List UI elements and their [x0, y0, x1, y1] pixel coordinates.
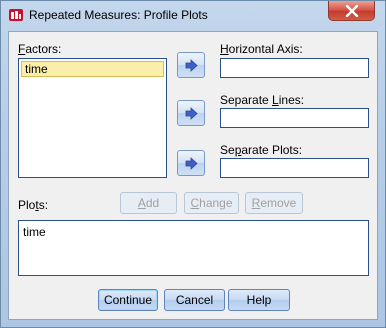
cancel-button[interactable]: Cancel: [164, 289, 225, 311]
continue-button[interactable]: Continue: [98, 289, 158, 311]
horizontal-axis-field[interactable]: [220, 58, 369, 78]
arrow-right-icon: [185, 107, 198, 120]
close-icon: [345, 5, 359, 17]
title-bar[interactable]: Repeated Measures: Profile Plots: [1, 1, 385, 29]
separate-lines-label: Separate Lines:: [220, 93, 305, 107]
move-to-horizontal-axis-button[interactable]: [177, 52, 205, 78]
separate-plots-label: Separate Plots:: [220, 143, 303, 157]
factors-label: Factors:: [18, 42, 62, 56]
close-button[interactable]: [328, 1, 375, 21]
move-to-separate-plots-button[interactable]: [177, 150, 205, 176]
change-button[interactable]: Change: [184, 192, 239, 214]
separate-plots-field[interactable]: [220, 158, 369, 178]
factors-list[interactable]: time: [18, 58, 167, 178]
plots-list-item[interactable]: time: [23, 225, 46, 239]
separate-lines-field[interactable]: [220, 108, 369, 128]
dialog-body: Factors: time Horizontal Axis: Separate …: [8, 31, 378, 320]
help-button[interactable]: Help: [228, 289, 290, 311]
remove-button[interactable]: Remove: [245, 192, 303, 214]
plots-label: Plots:: [18, 198, 49, 212]
arrow-right-icon: [185, 157, 198, 170]
window-title: Repeated Measures: Profile Plots: [29, 8, 208, 22]
horizontal-axis-label: Horizontal Axis:: [220, 42, 303, 56]
factors-list-item[interactable]: time: [21, 61, 164, 77]
move-to-separate-lines-button[interactable]: [177, 100, 205, 126]
dialog-window: Repeated Measures: Profile Plots Factors…: [0, 0, 386, 328]
app-icon: [8, 7, 24, 23]
add-button[interactable]: Add: [120, 192, 177, 214]
plots-list[interactable]: time: [18, 220, 369, 276]
arrow-right-icon: [185, 59, 198, 72]
